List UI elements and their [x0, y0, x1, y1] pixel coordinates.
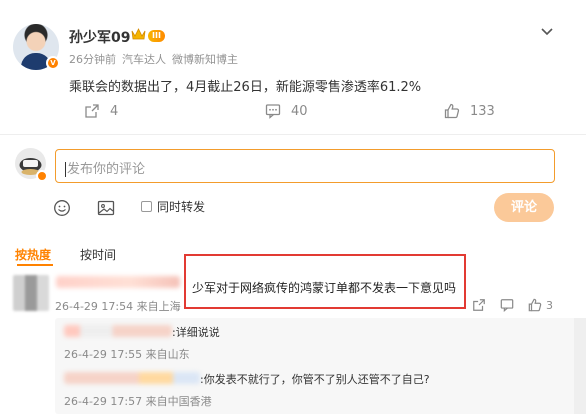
repost-count: 4	[110, 103, 119, 119]
comment-input-placeholder: 发布你的评论	[67, 162, 146, 177]
text-caret	[65, 162, 66, 177]
commenter-name-redacted[interactable]	[56, 276, 180, 288]
reply-meta: 26-4-29 17:57 来自中国香港	[64, 395, 212, 408]
comment-like-count: 3	[546, 298, 553, 312]
reply-meta: 26-4-29 17:55 来自山东	[64, 348, 190, 361]
submit-comment-button[interactable]: 评论	[494, 193, 554, 222]
verified-badge-icon: V	[46, 56, 60, 70]
tab-sort-hot[interactable]: 按热度	[15, 246, 51, 263]
reply-author-redacted[interactable]	[64, 372, 200, 384]
comment-meta: 26-4-29 17:54 来自上海	[55, 300, 181, 313]
comment-input[interactable]: 发布你的评论	[55, 149, 555, 183]
level-badge: III	[148, 30, 165, 42]
image-icon[interactable]	[97, 199, 115, 217]
thumbs-up-icon[interactable]	[528, 298, 542, 312]
verified-badge-icon	[36, 170, 48, 182]
reply-text: :详细说说	[172, 326, 220, 339]
emoji-icon[interactable]	[53, 199, 71, 217]
post-time[interactable]: 26分钟前	[69, 53, 116, 66]
commenter-avatar[interactable]	[13, 275, 49, 311]
thumbs-up-icon	[444, 103, 460, 119]
comment-icon	[265, 104, 281, 119]
scrollbar-track[interactable]	[574, 318, 586, 414]
post-tag: 微博新知博主	[172, 53, 238, 66]
repost-checkbox[interactable]	[141, 201, 152, 212]
reply-text: :你发表不就行了，你管不了别人还管不了自己?	[200, 373, 430, 386]
reply-author-redacted[interactable]	[64, 325, 172, 337]
repost-icon	[85, 104, 99, 118]
crown-icon	[131, 28, 146, 40]
comment-icon[interactable]	[500, 298, 514, 312]
chevron-down-icon[interactable]	[540, 24, 554, 38]
tab-sort-time[interactable]: 按时间	[80, 246, 116, 263]
post-meta: 26分钟前 汽车达人 微博新知博主	[69, 51, 244, 67]
active-tab-indicator	[17, 264, 53, 266]
post-content: 乘联会的数据出了，4月截止26日，新能源零售渗透率61.2%	[69, 80, 422, 95]
repost-icon[interactable]	[472, 298, 486, 312]
repost-checkbox-label[interactable]: 同时转发	[157, 198, 205, 215]
like-button[interactable]: 133	[444, 103, 495, 119]
like-count: 133	[470, 103, 495, 119]
divider	[0, 134, 586, 135]
comment-text: 少军对于网络疯传的鸿蒙订单都不发表一下意见吗	[192, 281, 457, 295]
repost-button[interactable]: 4	[84, 103, 118, 119]
comment-actions: 3	[472, 298, 553, 312]
post-tag: 汽车达人	[122, 53, 166, 66]
comment-button[interactable]: 40	[265, 103, 308, 119]
comment-count: 40	[291, 103, 308, 119]
author-name[interactable]: 孙少军09	[69, 27, 130, 47]
